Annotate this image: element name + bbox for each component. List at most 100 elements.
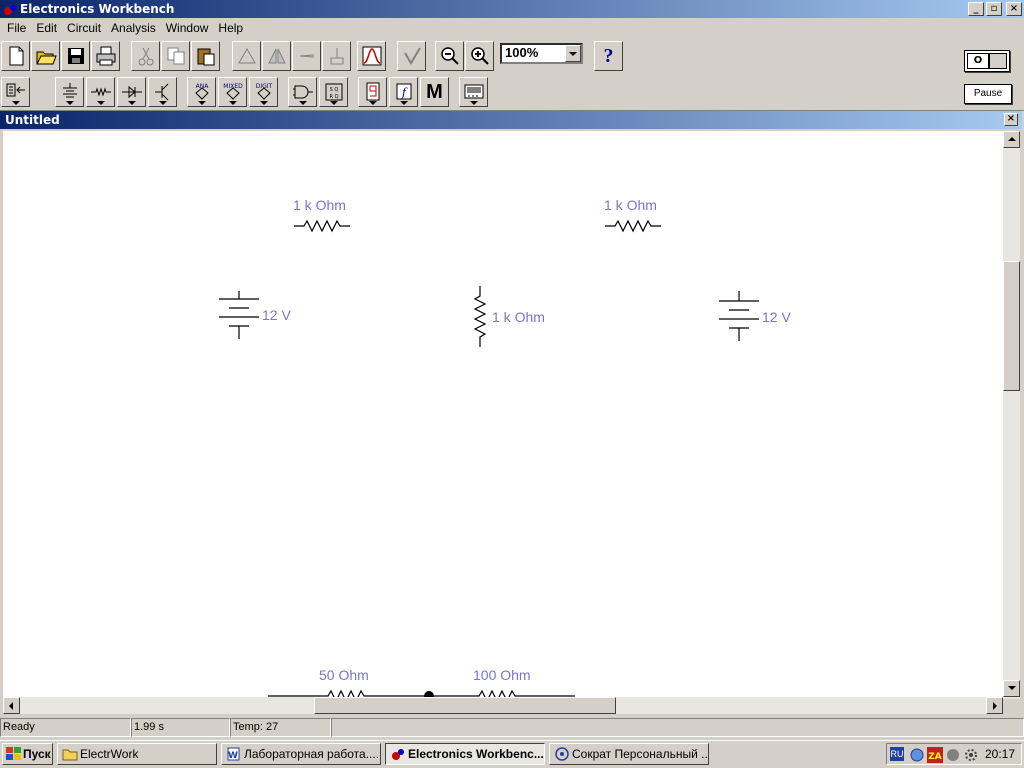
- app-title: Electronics Workbench: [20, 2, 175, 16]
- cut-button[interactable]: [131, 41, 160, 71]
- word-document-icon: W: [227, 747, 240, 761]
- new-file-icon: [9, 46, 23, 66]
- graph-icon: [362, 46, 381, 66]
- menu-circuit[interactable]: Circuit: [62, 21, 106, 35]
- graph-button[interactable]: [357, 41, 386, 71]
- resistor-r3[interactable]: 1 k Ohm: [473, 286, 545, 347]
- print-button[interactable]: [91, 41, 120, 71]
- resistor-r1-label: 1 k Ohm: [293, 197, 346, 213]
- zoom-in-button[interactable]: [465, 41, 494, 71]
- zoom-dropdown-arrow[interactable]: [565, 45, 581, 62]
- save-button[interactable]: [61, 41, 90, 71]
- minimize-button[interactable]: _: [968, 2, 984, 16]
- windows-logo-icon: [6, 747, 21, 760]
- scroll-down-button[interactable]: [1003, 680, 1020, 697]
- mixed-ic-label: MIXED: [223, 83, 243, 90]
- new-button[interactable]: [1, 41, 30, 71]
- menu-file[interactable]: File: [2, 21, 31, 35]
- flip-vertical-button[interactable]: [292, 41, 321, 71]
- task-label: Сократ Персональный ...: [572, 747, 709, 761]
- settings-gear-icon[interactable]: [963, 747, 979, 763]
- properties-pen-icon: [403, 47, 421, 65]
- horizontal-scroll-thumb[interactable]: [314, 697, 616, 714]
- power-switch[interactable]: O: [964, 50, 1010, 72]
- menu-analysis[interactable]: Analysis: [106, 21, 161, 35]
- subcircuit-button[interactable]: [322, 41, 351, 71]
- favorites-bin-button[interactable]: [1, 77, 30, 107]
- horizontal-scrollbar[interactable]: [3, 697, 1003, 714]
- resistor-r4[interactable]: 50 Ohm: [268, 667, 424, 699]
- diodes-bin-button[interactable]: [117, 77, 146, 107]
- help-question-icon: ?: [603, 44, 614, 67]
- scroll-right-button[interactable]: [986, 697, 1003, 714]
- mixed-ic-bin-button[interactable]: MIXED: [218, 77, 247, 107]
- indicators-bin-button[interactable]: [358, 77, 387, 107]
- close-button[interactable]: ×: [1006, 2, 1022, 16]
- vertical-scrollbar[interactable]: [1003, 131, 1020, 699]
- status-bar: Ready 1.99 s Temp: 27: [0, 718, 1024, 738]
- task-label: Лабораторная работа....: [244, 747, 380, 761]
- basic-bin-button[interactable]: [86, 77, 115, 107]
- battery-b2[interactable]: 12 V: [719, 291, 791, 341]
- scissors-icon: [138, 47, 153, 66]
- favorites-icon: [6, 83, 25, 97]
- task-electrwork-folder[interactable]: ElectrWork: [57, 743, 217, 765]
- network-icon[interactable]: [909, 747, 925, 763]
- vertical-scroll-thumb[interactable]: [1003, 261, 1020, 391]
- circuit-canvas[interactable]: 1 k Ohm 1 k Ohm 1 k Ohm 12 V 12 V 50 Ohm…: [3, 131, 1003, 699]
- transistor-icon: [154, 83, 168, 101]
- main-toolbar: 100% ? O: [0, 38, 1024, 74]
- scroll-up-button[interactable]: [1003, 131, 1020, 148]
- logic-gates-bin-button[interactable]: [288, 77, 317, 107]
- menu-edit[interactable]: Edit: [31, 21, 62, 35]
- scroll-left-button[interactable]: [3, 697, 20, 714]
- zoom-select[interactable]: 100%: [500, 43, 583, 64]
- paste-button[interactable]: [191, 41, 220, 71]
- start-button[interactable]: Пуск: [2, 743, 53, 765]
- battery-b1[interactable]: 12 V: [219, 291, 291, 339]
- status-text: Ready: [0, 718, 131, 737]
- start-label: Пуск: [23, 747, 51, 761]
- resistor-r5-label: 100 Ohm: [473, 667, 531, 683]
- open-button[interactable]: [31, 41, 60, 71]
- task-label: ElectrWork: [80, 747, 139, 761]
- sources-bin-button[interactable]: [55, 77, 84, 107]
- zoom-out-icon: [440, 47, 459, 65]
- analog-ic-bin-button[interactable]: ANA: [187, 77, 216, 107]
- controls-bin-button[interactable]: f: [389, 77, 418, 107]
- transistors-bin-button[interactable]: [148, 77, 177, 107]
- copy-button[interactable]: [161, 41, 190, 71]
- resistor-r2[interactable]: 1 k Ohm: [604, 197, 661, 233]
- volume-icon[interactable]: [945, 747, 961, 763]
- misc-bin-button[interactable]: M: [420, 77, 449, 107]
- circuit-window-close-button[interactable]: ×: [1004, 113, 1018, 126]
- zoom-value: 100%: [505, 45, 539, 60]
- resistor-r5[interactable]: 100 Ohm: [429, 667, 575, 699]
- rotate-button[interactable]: [232, 41, 261, 71]
- help-button[interactable]: ?: [594, 41, 623, 71]
- component-properties-button[interactable]: [397, 41, 426, 71]
- function-icon: f: [396, 83, 411, 100]
- copy-icon: [167, 47, 184, 65]
- resistor-r1[interactable]: 1 k Ohm: [293, 197, 350, 233]
- flip-horizontal-button[interactable]: [262, 41, 291, 71]
- flipflop-icon: S QR Q: [325, 83, 342, 101]
- digital-bin-button[interactable]: S QR Q: [319, 77, 348, 107]
- menu-window[interactable]: Window: [161, 21, 214, 35]
- task-word-document[interactable]: W Лабораторная работа....: [221, 743, 381, 765]
- circuit-window: Untitled × 1 k Ohm 1 k Ohm 1 k Ohm 12 V: [0, 110, 1024, 716]
- pause-button[interactable]: Pause: [964, 84, 1012, 104]
- clock[interactable]: 20:17: [985, 747, 1015, 761]
- language-indicator[interactable]: RU: [890, 747, 904, 761]
- diode-icon: [121, 85, 142, 99]
- misc-m-icon: M: [426, 80, 443, 103]
- zoom-out-button[interactable]: [435, 41, 464, 71]
- maximize-button[interactable]: ▫: [986, 2, 1002, 16]
- instruments-bin-button[interactable]: [459, 77, 488, 107]
- task-sokrat-translator[interactable]: Сократ Персональный ...: [549, 743, 709, 765]
- task-electronics-workbench[interactable]: Electronics Workbenc...: [385, 743, 545, 765]
- zonealarm-icon[interactable]: ZA: [927, 747, 943, 763]
- sources-icon: [62, 83, 77, 98]
- menu-help[interactable]: Help: [213, 21, 248, 35]
- digital-ic-bin-button[interactable]: DIGIT: [249, 77, 278, 107]
